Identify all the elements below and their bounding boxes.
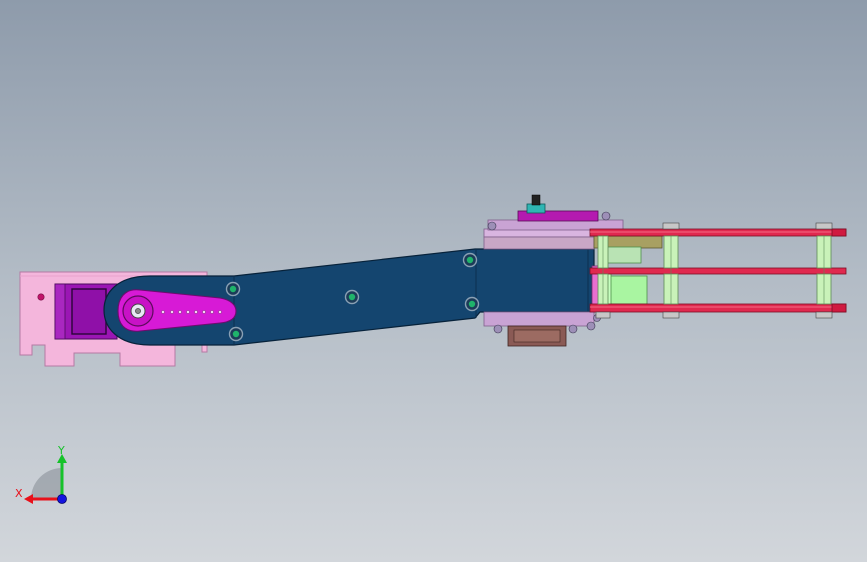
- axis-triad: Y X: [15, 444, 67, 504]
- bolt: [344, 289, 360, 305]
- triad-plane: [31, 468, 62, 499]
- cad-viewport[interactable]: Y X: [0, 0, 867, 562]
- triad-x-label: X: [15, 487, 23, 500]
- triad-z-axis: [57, 494, 67, 504]
- finger-end: [831, 303, 847, 313]
- servo-face: [71, 288, 107, 335]
- finger-bar-bottom: [589, 303, 847, 313]
- bolt: [462, 252, 478, 268]
- wrist-top-plate: [487, 219, 624, 231]
- bolt: [464, 296, 480, 312]
- wrist-band: [483, 236, 595, 250]
- wrist-cap: [526, 203, 546, 214]
- triad-x-arrow: [24, 494, 33, 504]
- triad-y-label: Y: [57, 444, 65, 457]
- finger-bar-middle: [589, 267, 847, 275]
- bolt: [228, 326, 244, 342]
- wrist-cap-pin: [531, 194, 541, 206]
- wrist-servo-bottom-face: [513, 329, 561, 343]
- servo-tab: [54, 283, 66, 340]
- bolt: [225, 281, 241, 297]
- base-bracket-hole: [37, 293, 45, 301]
- servo-horn-screw-center: [135, 308, 141, 314]
- wrist-bottom-plate: [483, 311, 595, 327]
- finger-end: [831, 228, 847, 237]
- motor-mount: [604, 246, 642, 264]
